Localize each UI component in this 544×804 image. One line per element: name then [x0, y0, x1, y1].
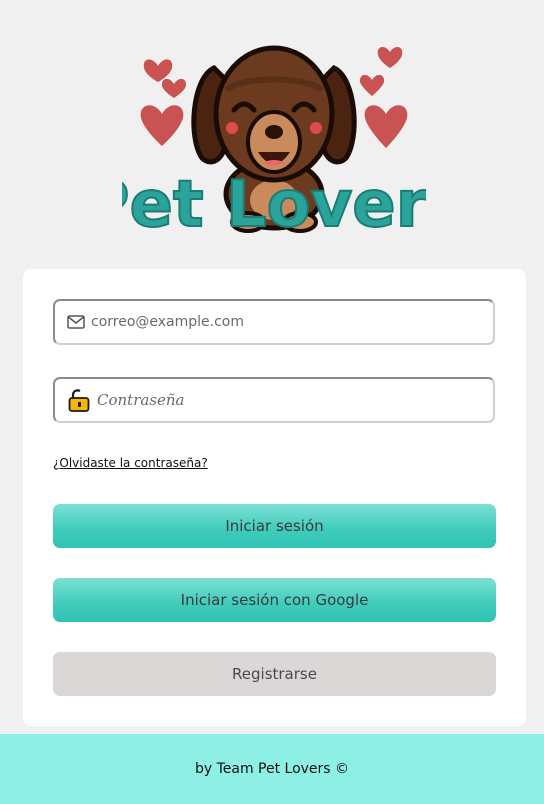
logo-text: Pet Lovers: [122, 168, 426, 242]
password-field[interactable]: [53, 377, 495, 423]
envelope-icon: [67, 315, 85, 329]
heart-icon: [140, 105, 184, 146]
footer-credit: by Team Pet Lovers ©: [194, 761, 350, 777]
heart-icon: [377, 46, 403, 68]
login-button[interactable]: Iniciar sesión: [53, 504, 496, 548]
heart-icon: [161, 78, 187, 98]
email-field[interactable]: [53, 299, 495, 345]
google-login-button[interactable]: Iniciar sesión con Google: [53, 578, 496, 622]
heart-icon: [359, 74, 385, 96]
register-button[interactable]: Registrarse: [53, 652, 496, 696]
login-card: ¿Olvidaste la contraseña? Iniciar sesión…: [23, 269, 526, 726]
heart-icon: [143, 59, 173, 82]
heart-icon: [364, 105, 408, 148]
footer: by Team Pet Lovers ©: [0, 734, 544, 804]
lock-icon: [67, 388, 91, 412]
pet-lovers-logo: Pet Lovers: [122, 45, 426, 243]
forgot-password-link[interactable]: ¿Olvidaste la contraseña?: [53, 456, 208, 470]
email-input[interactable]: [91, 314, 431, 330]
password-input[interactable]: [97, 391, 437, 409]
